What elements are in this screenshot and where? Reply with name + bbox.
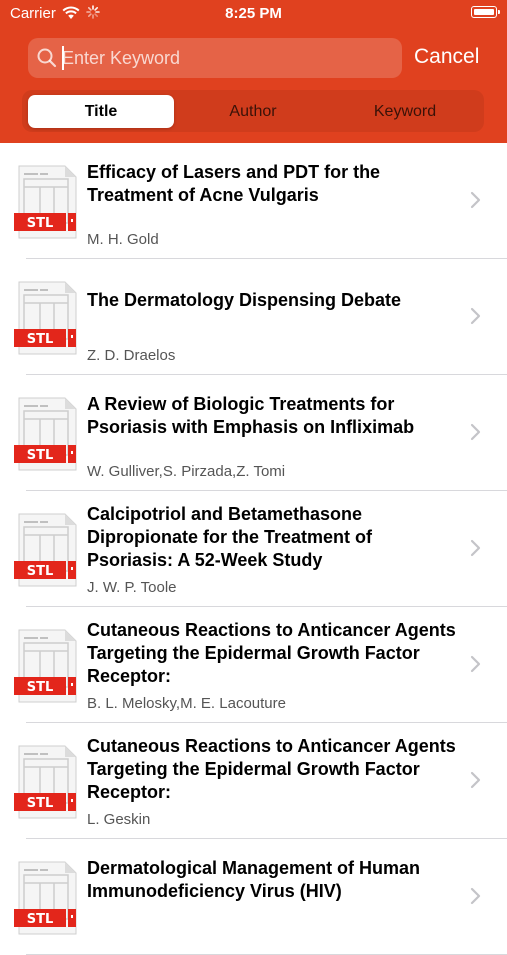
article-title: Cutaneous Reactions to Anticancer Agents… [87,736,456,802]
status-bar: Carrier 8:25 PM [0,0,507,28]
clock: 8:25 PM [225,5,282,22]
stl-document-icon: STL [14,745,77,819]
chevron-right-icon [470,655,481,673]
article-authors: B. L. Melosky,M. E. Lacouture [87,695,286,712]
chevron-right-icon [470,887,481,905]
article-authors: J. W. P. Toole [87,579,177,596]
stl-document-icon: STL [14,397,77,471]
stl-document-icon: STL [14,629,77,703]
chevron-right-icon [470,307,481,325]
search-field[interactable] [28,38,402,78]
stl-badge-label: STL [27,216,54,231]
stl-badge-label: STL [27,796,54,811]
article-title: Efficacy of Lasers and PDT for the Treat… [87,162,381,205]
list-item[interactable]: STL Calcipotriol and Betamethasone Dipro… [0,491,507,607]
chevron-right-icon [470,771,481,789]
segment-author[interactable]: Author [180,95,326,128]
list-item[interactable]: STL Cutaneous Reactions to Anticancer Ag… [0,607,507,723]
chevron-right-icon [470,539,481,557]
stl-badge-label: STL [27,564,54,579]
results-list: STL Efficacy of Lasers and PDT for the T… [0,143,507,955]
chevron-right-icon [470,191,481,209]
stl-badge-label: STL [27,680,54,695]
search-input[interactable] [62,38,392,78]
article-authors: L. Geskin [87,811,151,828]
article-title: Dermatological Management of Human Immun… [87,858,421,901]
battery-icon [471,6,500,18]
article-title: Cutaneous Reactions to Anticancer Agents… [87,620,456,686]
list-item[interactable]: STL Cutaneous Reactions to Anticancer Ag… [0,723,507,839]
stl-badge-label: STL [27,332,54,347]
stl-document-icon: STL [14,281,77,355]
segment-title[interactable]: Title [28,95,174,128]
stl-document-icon: STL [14,861,77,935]
article-title: A Review of Biologic Treatments for Psor… [87,394,415,437]
segment-keyword[interactable]: Keyword [332,95,478,128]
article-title: The Dermatology Dispensing Debate [87,290,402,310]
chevron-right-icon [470,423,481,441]
cancel-button[interactable]: Cancel [414,42,494,72]
stl-document-icon: STL [14,165,77,239]
stl-document-icon: STL [14,513,77,587]
search-icon [37,48,57,68]
list-item[interactable]: STL Efficacy of Lasers and PDT for the T… [0,143,507,259]
article-title: Calcipotriol and Betamethasone Dipropion… [87,504,373,570]
stl-badge-label: STL [27,912,54,927]
article-authors: W. Gulliver,S. Pirzada,Z. Tomi [87,463,286,480]
stl-badge-label: STL [27,448,54,463]
list-item[interactable]: STL A Review of Biologic Treatments for … [0,375,507,491]
list-item[interactable]: STL Dermatological Management of Human I… [0,839,507,955]
article-authors: Z. D. Draelos [87,347,176,364]
text-cursor [62,46,64,70]
header-bar: Carrier 8:25 PM Canc [0,0,507,143]
article-authors: M. H. Gold [87,231,159,248]
search-scope-segmented-control: Title Author Keyword [22,90,484,132]
list-item[interactable]: STL The Dermatology Dispensing Debate Z.… [0,259,507,375]
